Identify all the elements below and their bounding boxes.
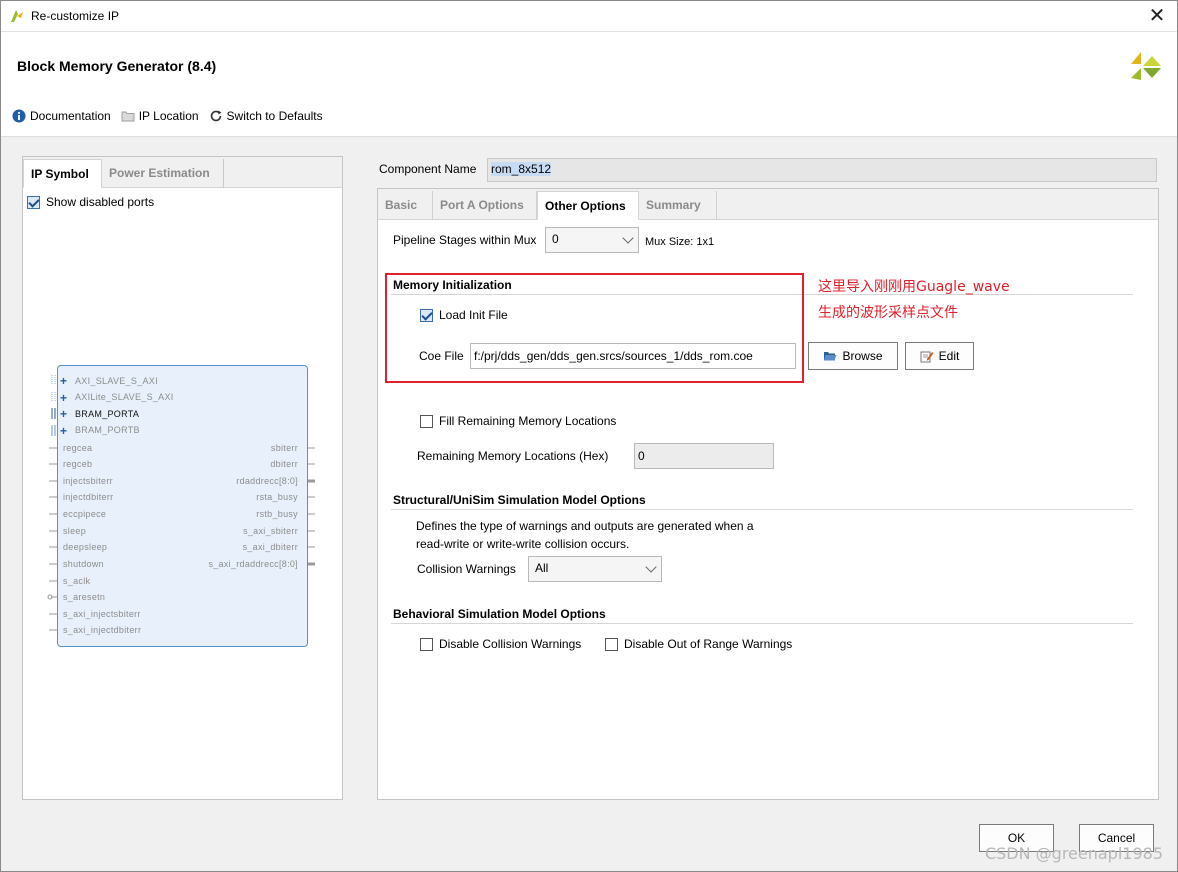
structural-options-title: Structural/UniSim Simulation Model Optio… xyxy=(393,493,646,507)
collision-warnings-value: All xyxy=(535,561,549,575)
annotation-line-2: 生成的波形采样点文件 xyxy=(818,305,958,321)
pipeline-stages-select[interactable]: 0 xyxy=(545,227,639,253)
toolbar: Documentation IP Location Switch to Defa… xyxy=(12,109,323,123)
port-label: regceb xyxy=(63,459,93,469)
left-tabs: IP Symbol Power Estimation xyxy=(23,157,342,188)
pipeline-stages-label: Pipeline Stages within Mux xyxy=(393,233,537,247)
disable-range-checkbox[interactable] xyxy=(605,637,618,651)
title-bar: Re-customize IP ✕ xyxy=(1,1,1177,32)
pipeline-stages-value: 0 xyxy=(552,232,559,246)
behavioral-options-title: Behavioral Simulation Model Options xyxy=(393,607,606,621)
port-label: s_axi_injectdbiterr xyxy=(63,625,142,635)
port-label: injectdbiterr xyxy=(63,492,114,502)
xilinx-logo-icon xyxy=(1131,52,1161,80)
edit-label: Edit xyxy=(938,349,960,363)
port-label: sleep xyxy=(63,526,87,536)
collision-warnings-select[interactable]: All xyxy=(528,556,662,582)
tab-summary[interactable]: Summary xyxy=(639,191,717,220)
edit-button[interactable]: Edit xyxy=(905,342,974,370)
disable-collision-option[interactable]: Disable Collision Warnings xyxy=(420,637,581,651)
port-label: shutdown xyxy=(63,559,104,569)
header: Block Memory Generator (8.4) Documentati… xyxy=(1,32,1177,137)
watermark: CSDN @greenapl1985 xyxy=(984,844,1163,863)
bus-label: BRAM_PORTB xyxy=(75,425,140,435)
options-tabs: Basic Port A Options Other Options Summa… xyxy=(378,189,1158,220)
show-disabled-ports-label: Show disabled ports xyxy=(46,195,155,209)
highlight-annotation-box xyxy=(385,273,804,383)
port-label: s_axi_rdaddrecc[8:0] xyxy=(208,559,298,569)
expand-bus-icon[interactable]: + xyxy=(60,425,67,437)
vivado-logo-icon xyxy=(11,10,23,22)
folder-open-icon xyxy=(824,352,837,361)
port-label: rdaddrecc[8:0] xyxy=(236,476,298,486)
port-label: regcea xyxy=(63,443,93,453)
disable-collision-label: Disable Collision Warnings xyxy=(439,637,582,651)
bus-label: BRAM_PORTA xyxy=(75,409,140,419)
component-name-value: rom_8x512 xyxy=(491,162,552,176)
chevron-down-icon xyxy=(645,561,657,573)
disable-range-option[interactable]: Disable Out of Range Warnings xyxy=(605,637,792,651)
disable-range-label: Disable Out of Range Warnings xyxy=(624,637,793,651)
divider xyxy=(391,623,1133,624)
expand-bus-icon[interactable]: + xyxy=(60,408,67,420)
switch-defaults-button[interactable]: Switch to Defaults xyxy=(209,109,323,123)
tab-port-a-options[interactable]: Port A Options xyxy=(433,191,537,220)
expand-bus-icon[interactable]: + xyxy=(60,392,67,404)
info-icon xyxy=(12,109,26,123)
ip-location-button[interactable]: IP Location xyxy=(121,109,199,123)
edit-icon xyxy=(920,351,934,362)
tab-power-estimation[interactable]: Power Estimation xyxy=(102,159,224,188)
refresh-icon xyxy=(210,110,222,122)
port-label: s_axi_injectsbiterr xyxy=(63,609,141,619)
port-label: s_aresetn xyxy=(63,592,106,602)
browse-label: Browse xyxy=(842,349,883,363)
show-disabled-ports-option[interactable]: Show disabled ports xyxy=(27,195,154,209)
port-label: deepsleep xyxy=(63,542,108,552)
documentation-label: Documentation xyxy=(30,109,111,123)
remaining-locations-input[interactable]: 0 xyxy=(634,443,774,469)
port-label: s_aclk xyxy=(63,576,91,586)
port-label: rsta_busy xyxy=(256,492,298,502)
tab-other-options[interactable]: Other Options xyxy=(537,191,639,220)
fill-remaining-checkbox[interactable] xyxy=(420,414,433,428)
port-label: rstb_busy xyxy=(256,509,298,519)
chevron-down-icon xyxy=(622,232,634,244)
ip-location-label: IP Location xyxy=(138,109,199,123)
divider xyxy=(391,509,1133,510)
page-title: Block Memory Generator (8.4) xyxy=(17,58,217,74)
remaining-locations-label: Remaining Memory Locations (Hex) xyxy=(417,449,609,463)
port-label: injectsbiterr xyxy=(63,476,113,486)
close-icon[interactable]: ✕ xyxy=(1147,5,1167,27)
tab-basic[interactable]: Basic xyxy=(378,191,433,220)
fill-remaining-option[interactable]: Fill Remaining Memory Locations xyxy=(420,414,616,428)
annotation-line-1: 这里导入刚刚用Guagle_wave xyxy=(818,279,1010,295)
disable-collision-checkbox[interactable] xyxy=(420,637,433,651)
port-label: sbiterr xyxy=(270,443,298,453)
show-disabled-ports-checkbox[interactable] xyxy=(27,195,40,209)
port-label: dbiterr xyxy=(270,459,298,469)
mux-size-label: Mux Size: 1x1 xyxy=(645,236,715,248)
window-title: Re-customize IP xyxy=(31,9,120,23)
structural-desc-line-1: Defines the type of warnings and outputs… xyxy=(416,519,754,533)
port-label: s_axi_dbiterr xyxy=(242,542,298,552)
browse-button[interactable]: Browse xyxy=(808,342,898,370)
folder-icon xyxy=(121,111,135,122)
collision-warnings-label: Collision Warnings xyxy=(417,562,516,576)
structural-desc-line-2: read-write or write-write collision occu… xyxy=(416,537,630,551)
bus-label: AXILite_SLAVE_S_AXI xyxy=(75,392,174,402)
tab-ip-symbol[interactable]: IP Symbol xyxy=(23,159,102,188)
switch-defaults-label: Switch to Defaults xyxy=(226,109,323,123)
port-label: eccpipece xyxy=(63,509,107,519)
component-name-field[interactable]: rom_8x512 xyxy=(487,158,1157,182)
port-label: s_axi_sbiterr xyxy=(243,526,298,536)
fill-remaining-label: Fill Remaining Memory Locations xyxy=(439,414,617,428)
bus-label: AXI_SLAVE_S_AXI xyxy=(75,376,158,386)
dialog-window: Re-customize IP ✕ Block Memory Generator… xyxy=(0,0,1178,872)
expand-bus-icon[interactable]: + xyxy=(60,375,67,387)
component-name-label: Component Name xyxy=(379,162,477,176)
documentation-button[interactable]: Documentation xyxy=(12,109,111,123)
